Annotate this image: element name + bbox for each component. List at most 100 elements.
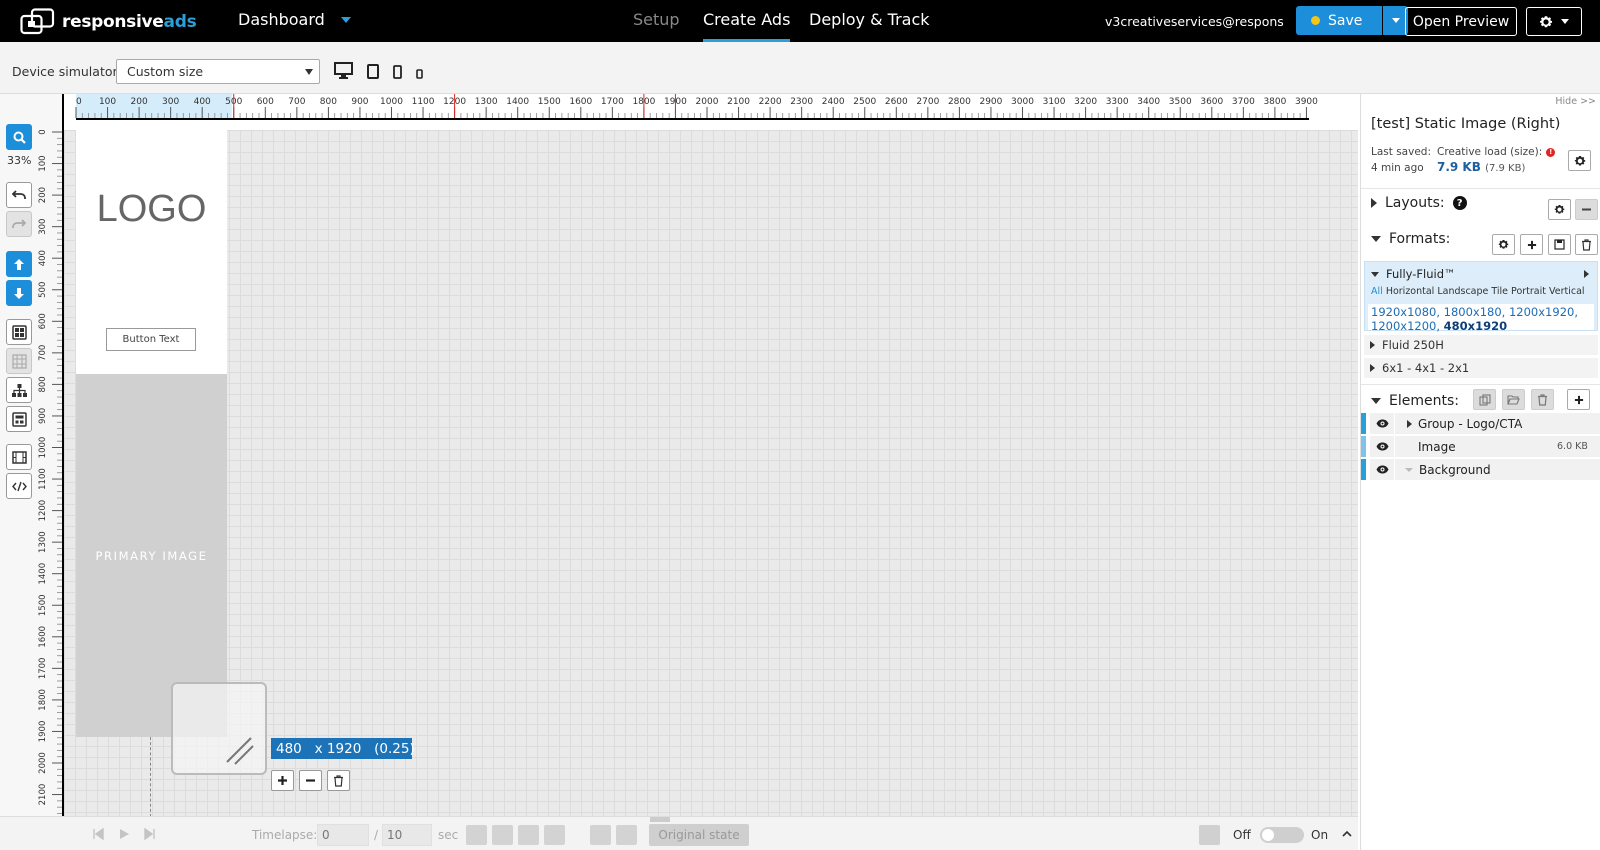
tab-deploy-track[interactable]: Deploy & Track xyxy=(809,10,930,42)
tab-create-ads[interactable]: Create Ads xyxy=(703,10,791,42)
collapse-layouts-button[interactable] xyxy=(1575,199,1598,220)
paste-keyframe-button[interactable] xyxy=(492,825,513,845)
ad-artboard[interactable]: LOGO Button Text PRIMARY IMAGE xyxy=(76,130,227,737)
add-keyframe-button[interactable] xyxy=(590,825,611,845)
trash-icon xyxy=(1538,393,1547,406)
visibility-toggle[interactable] xyxy=(1370,413,1394,434)
divider xyxy=(1361,188,1600,189)
ruler-tick-label: 3200 xyxy=(1074,97,1097,107)
move-up-button[interactable] xyxy=(6,251,32,277)
gear-icon xyxy=(1539,15,1553,27)
element-body[interactable]: Image 6.0 KB xyxy=(1395,436,1600,457)
redo-button[interactable] xyxy=(6,211,32,237)
ruler-tick-label: 800 xyxy=(320,97,337,107)
help-icon[interactable]: ? xyxy=(1452,196,1467,210)
layout-settings-button[interactable] xyxy=(1548,199,1571,220)
tablet-icon[interactable] xyxy=(367,64,379,79)
canvas[interactable]: LOGO Button Text PRIMARY IMAGE 480 x 192… xyxy=(64,130,1358,816)
chevron-up-icon[interactable] xyxy=(1342,830,1352,837)
format-sizes-line1[interactable]: 1920x1080, 1800x180, 1200x1920, xyxy=(1371,305,1591,319)
format-size-current[interactable]: 480x1920 xyxy=(1444,319,1507,333)
small-phone-icon[interactable] xyxy=(416,69,423,79)
ruler-tick-label: 400 xyxy=(38,250,48,266)
visibility-toggle[interactable] xyxy=(1370,459,1394,480)
original-state-button[interactable]: Original state xyxy=(649,824,749,846)
script-button[interactable] xyxy=(6,406,32,432)
save-format-button[interactable] xyxy=(1548,234,1571,255)
last-saved-label: Last saved: xyxy=(1371,146,1431,158)
skip-forward-icon[interactable] xyxy=(144,828,156,840)
device-icons xyxy=(334,62,423,79)
element-body[interactable]: Group - Logo/CTA xyxy=(1395,413,1600,434)
resize-handle[interactable] xyxy=(171,682,267,775)
phone-icon[interactable] xyxy=(393,65,402,79)
ruler-tick-label: 1200 xyxy=(38,500,48,522)
open-preview-button[interactable]: Open Preview xyxy=(1405,7,1517,36)
ruler-tick-label: 100 xyxy=(99,97,116,107)
device-simulator-select[interactable]: Custom size xyxy=(116,59,320,84)
format-settings-button[interactable] xyxy=(1492,234,1515,255)
element-row-image[interactable]: Image 6.0 KB xyxy=(1361,436,1600,457)
save-keyframe-button[interactable] xyxy=(616,825,637,845)
timelapse-end-input[interactable]: 10 xyxy=(382,824,432,846)
skip-back-icon[interactable] xyxy=(92,828,104,840)
zoom-button[interactable] xyxy=(6,124,32,150)
brand-logo[interactable]: responsiveads xyxy=(20,8,197,35)
preview-toggle[interactable] xyxy=(1260,827,1304,843)
remove-size-button[interactable] xyxy=(299,770,322,791)
animation-button[interactable] xyxy=(6,444,32,470)
delete-element-button[interactable] xyxy=(1531,389,1554,410)
ruler-tick-label: 2600 xyxy=(885,97,908,107)
element-body[interactable]: Background xyxy=(1395,459,1600,480)
settings-menu-button[interactable] xyxy=(1526,7,1582,36)
visibility-toggle[interactable] xyxy=(1370,436,1394,457)
play-icon[interactable] xyxy=(118,828,130,840)
element-row-group[interactable]: Group - Logo/CTA xyxy=(1361,413,1600,434)
delete-format-button[interactable] xyxy=(1575,234,1598,255)
add-size-button[interactable] xyxy=(271,770,294,791)
elements-header[interactable]: Elements: xyxy=(1371,393,1459,409)
move-down-button[interactable] xyxy=(6,280,32,306)
keyframe-tool-button-2[interactable] xyxy=(544,825,565,845)
element-row-background[interactable]: Background xyxy=(1361,459,1600,480)
layout-grid-button[interactable] xyxy=(6,319,32,345)
save-button[interactable]: Save xyxy=(1296,6,1382,35)
format-item[interactable]: Fluid 250H xyxy=(1364,335,1598,355)
caret-right-icon[interactable] xyxy=(1584,270,1589,278)
add-format-button[interactable] xyxy=(1520,234,1543,255)
format-fully-fluid-header[interactable]: Fully-Fluid™ xyxy=(1371,267,1456,281)
desktop-icon[interactable] xyxy=(334,62,353,79)
dashboard-menu[interactable]: Dashboard xyxy=(238,10,351,29)
open-element-button[interactable] xyxy=(1502,389,1525,410)
caret-down-icon[interactable] xyxy=(1405,467,1413,472)
layouts-header[interactable]: Layouts: ? xyxy=(1371,195,1467,211)
timeline-drag-handle[interactable] xyxy=(650,817,670,822)
filter-all[interactable]: All xyxy=(1371,286,1383,297)
cta-button-placeholder[interactable]: Button Text xyxy=(106,328,196,351)
keyframe-tool-button[interactable] xyxy=(518,825,539,845)
format-fully-fluid[interactable]: Fully-Fluid™ All Horizontal Landscape Ti… xyxy=(1364,261,1598,333)
timeline-settings-button[interactable] xyxy=(1199,825,1220,845)
user-email[interactable]: v3creativeservices@responsivea... xyxy=(1105,14,1283,29)
ruler-tick-label: 900 xyxy=(38,408,48,424)
filter-orientations[interactable]: Horizontal Landscape Tile Portrait Verti… xyxy=(1386,286,1585,297)
add-element-button[interactable] xyxy=(1567,389,1590,410)
caret-right-icon[interactable] xyxy=(1407,419,1412,428)
hierarchy-button[interactable] xyxy=(6,377,32,403)
duplicate-element-button[interactable] xyxy=(1473,389,1496,410)
format-item[interactable]: 6x1 - 4x1 - 2x1 xyxy=(1364,358,1598,378)
format-sizes-line2[interactable]: 1200x1200, xyxy=(1371,319,1440,333)
code-button[interactable] xyxy=(6,473,32,499)
logo-placeholder[interactable]: LOGO xyxy=(76,188,227,231)
copy-keyframe-button[interactable] xyxy=(466,825,487,845)
brand-logo-icon xyxy=(20,8,55,35)
formats-header[interactable]: Formats: xyxy=(1371,231,1450,247)
grid-toggle-button[interactable] xyxy=(6,348,32,374)
delete-size-button[interactable] xyxy=(327,770,350,791)
undo-button[interactable] xyxy=(6,182,32,208)
timelapse-start-input[interactable]: 0 xyxy=(317,824,369,846)
hide-panel-link[interactable]: Hide >> xyxy=(1555,96,1596,107)
ruler-tick-label: 1400 xyxy=(38,563,48,585)
creative-settings-button[interactable] xyxy=(1568,150,1591,171)
tab-setup[interactable]: Setup xyxy=(633,10,680,42)
